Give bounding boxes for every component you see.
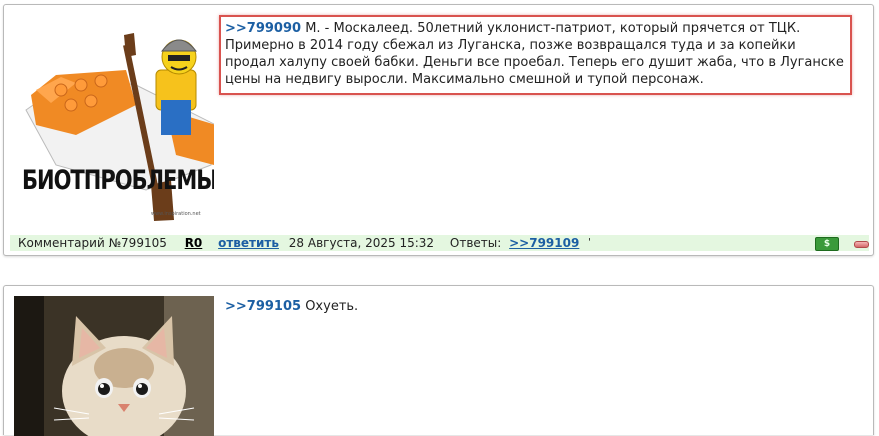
comment-text: >>799105 Охуеть.	[225, 298, 358, 315]
tick-mark: '	[588, 237, 591, 248]
rating-link[interactable]: R0	[185, 235, 203, 251]
quote-link[interactable]: >>799105	[225, 299, 301, 314]
comment-number: Комментарий №799105	[18, 236, 167, 250]
comment-footer: Комментарий №799105 R0 ответить 28 Авгус…	[10, 235, 869, 251]
comment-body: М. - Москалеед. 50летний уклонист-патрио…	[225, 21, 844, 87]
reply-button[interactable]: ответить	[218, 235, 279, 251]
reply-reference-link[interactable]: >>799109	[509, 235, 579, 251]
money-icon[interactable]: $	[815, 237, 839, 251]
comment-post: БИОТПРОБЛЕМЫ www.inspiration.net >>79909…	[3, 4, 874, 256]
surprised-cat-picture	[14, 296, 214, 436]
highlighted-comment-text: >>799090 М. - Москалеед. 50летний уклони…	[219, 15, 852, 95]
image-caption: БИОТПРОБЛЕМЫ	[22, 165, 214, 195]
post-image-lego-boat[interactable]: БИОТПРОБЛЕМЫ www.inspiration.net	[16, 15, 214, 221]
minus-icon[interactable]	[854, 241, 869, 248]
image-watermark: www.inspiration.net	[151, 211, 201, 217]
comment-date: 28 Августа, 2025 15:32	[288, 236, 435, 250]
comment-post: >>799105 Охуеть.	[3, 285, 874, 436]
quote-link[interactable]: >>799090	[225, 21, 301, 36]
replies-label: Ответы:	[449, 236, 502, 250]
comment-body: Охуеть.	[305, 299, 359, 314]
post-image-cat[interactable]	[14, 296, 214, 436]
